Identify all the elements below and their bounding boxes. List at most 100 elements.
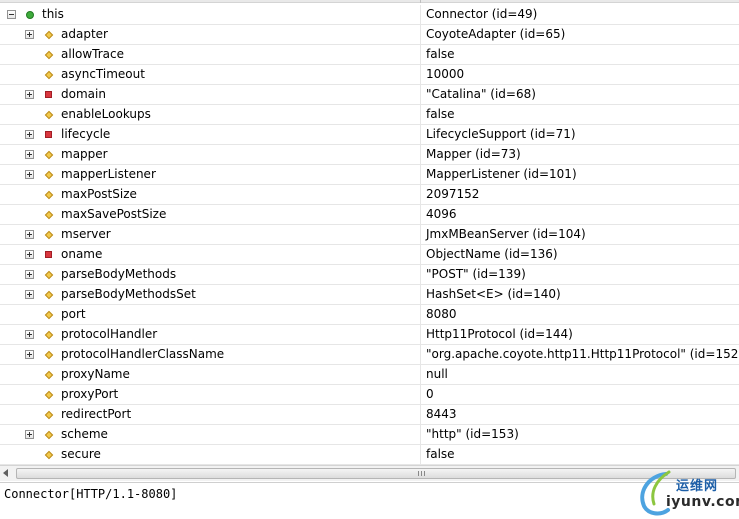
name-cell: maxSavePostSize bbox=[0, 205, 420, 224]
name-cell: protocolHandlerClassName bbox=[0, 345, 420, 364]
tree-row[interactable]: maxSavePostSize 4096 bbox=[0, 205, 739, 225]
protected-field-icon bbox=[44, 390, 54, 400]
column-divider bbox=[420, 25, 421, 45]
column-divider bbox=[420, 265, 421, 285]
variable-name: enableLookups bbox=[61, 107, 151, 121]
expand-icon[interactable] bbox=[25, 250, 34, 259]
variable-value: "http" (id=153) bbox=[426, 427, 519, 441]
field-rows: adapter CoyoteAdapter (id=65) allowTrace fa… bbox=[0, 25, 739, 465]
tree-row[interactable]: domain "Catalina" (id=68) bbox=[0, 85, 739, 105]
variable-value: "Catalina" (id=68) bbox=[426, 87, 536, 101]
local-variable-icon bbox=[26, 11, 34, 19]
tree-row[interactable]: lifecycle LifecycleSupport (id=71) bbox=[0, 125, 739, 145]
column-header-strip bbox=[0, 0, 739, 3]
variables-tree: this Connector (id=49) adapter CoyoteAdap… bbox=[0, 5, 739, 465]
variable-name: scheme bbox=[61, 427, 108, 441]
name-cell: adapter bbox=[0, 25, 420, 44]
column-divider bbox=[420, 425, 421, 445]
tree-row[interactable]: allowTrace false bbox=[0, 45, 739, 65]
protected-field-icon bbox=[44, 450, 54, 460]
tree-row[interactable]: proxyName null bbox=[0, 365, 739, 385]
tree-row-this[interactable]: this Connector (id=49) bbox=[0, 5, 739, 25]
variable-name: mapperListener bbox=[61, 167, 156, 181]
column-divider bbox=[420, 405, 421, 425]
watermark-brand: 运维网 bbox=[676, 479, 719, 494]
tree-row[interactable]: secure false bbox=[0, 445, 739, 465]
column-header-divider[interactable] bbox=[420, 0, 421, 3]
column-divider bbox=[420, 385, 421, 405]
expand-icon[interactable] bbox=[25, 170, 34, 179]
tree-row[interactable]: port 8080 bbox=[0, 305, 739, 325]
tree-row[interactable]: parseBodyMethods "POST" (id=139) bbox=[0, 265, 739, 285]
column-divider bbox=[420, 125, 421, 145]
expand-icon[interactable] bbox=[25, 130, 34, 139]
name-cell: redirectPort bbox=[0, 405, 420, 424]
tree-row[interactable]: parseBodyMethodsSet HashSet<E> (id=140) bbox=[0, 285, 739, 305]
variable-value: JmxMBeanServer (id=104) bbox=[426, 227, 586, 241]
variable-name: proxyPort bbox=[61, 387, 119, 401]
variable-value: ObjectName (id=136) bbox=[426, 247, 558, 261]
expand-icon[interactable] bbox=[25, 270, 34, 279]
tree-row[interactable]: adapter CoyoteAdapter (id=65) bbox=[0, 25, 739, 45]
expand-icon[interactable] bbox=[25, 90, 34, 99]
expand-icon[interactable] bbox=[25, 230, 34, 239]
protected-field-icon bbox=[44, 410, 54, 420]
variable-value: false bbox=[426, 47, 455, 61]
variable-value: HashSet<E> (id=140) bbox=[426, 287, 561, 301]
variable-value: 4096 bbox=[426, 207, 457, 221]
tree-row[interactable]: scheme "http" (id=153) bbox=[0, 425, 739, 445]
variable-value: 0 bbox=[426, 387, 434, 401]
tree-row[interactable]: mserver JmxMBeanServer (id=104) bbox=[0, 225, 739, 245]
collapse-icon[interactable] bbox=[7, 10, 16, 19]
private-field-icon bbox=[45, 131, 52, 138]
protected-field-icon bbox=[44, 110, 54, 120]
tree-row[interactable]: protocolHandlerClassName "org.apache.coyo… bbox=[0, 345, 739, 365]
variable-value: 8443 bbox=[426, 407, 457, 421]
variable-name: asyncTimeout bbox=[61, 67, 145, 81]
protected-field-icon bbox=[44, 370, 54, 380]
variable-value: false bbox=[426, 107, 455, 121]
name-cell: mapperListener bbox=[0, 165, 420, 184]
expand-icon[interactable] bbox=[25, 330, 34, 339]
column-divider bbox=[420, 345, 421, 365]
tree-row[interactable]: mapperListener MapperListener (id=101) bbox=[0, 165, 739, 185]
expand-icon[interactable] bbox=[25, 150, 34, 159]
column-divider bbox=[420, 325, 421, 345]
tree-row[interactable]: asyncTimeout 10000 bbox=[0, 65, 739, 85]
horizontal-scrollbar[interactable] bbox=[0, 465, 739, 481]
column-divider bbox=[420, 105, 421, 125]
tree-row[interactable]: oname ObjectName (id=136) bbox=[0, 245, 739, 265]
protected-field-icon bbox=[44, 50, 54, 60]
scroll-left-icon[interactable] bbox=[3, 469, 8, 477]
tree-row[interactable]: maxPostSize 2097152 bbox=[0, 185, 739, 205]
watermark-logo: 运维网 iyunv.com bbox=[636, 470, 739, 519]
tree-row[interactable]: protocolHandler Http11Protocol (id=144) bbox=[0, 325, 739, 345]
private-field-icon bbox=[45, 91, 52, 98]
expand-icon[interactable] bbox=[25, 290, 34, 299]
expand-icon[interactable] bbox=[25, 30, 34, 39]
column-divider bbox=[420, 305, 421, 325]
variable-value: "POST" (id=139) bbox=[426, 267, 526, 281]
scrollbar-thumb[interactable] bbox=[16, 468, 736, 479]
detail-text: Connector[HTTP/1.1-8080] bbox=[4, 487, 178, 501]
protected-field-icon bbox=[44, 70, 54, 80]
name-cell: secure bbox=[0, 445, 420, 464]
tree-row[interactable]: redirectPort 8443 bbox=[0, 405, 739, 425]
name-cell: enableLookups bbox=[0, 105, 420, 124]
column-divider bbox=[420, 445, 421, 465]
expand-icon[interactable] bbox=[25, 350, 34, 359]
variable-name: parseBodyMethodsSet bbox=[61, 287, 196, 301]
tree-row[interactable]: enableLookups false bbox=[0, 105, 739, 125]
name-cell: parseBodyMethodsSet bbox=[0, 285, 420, 304]
grip-icon bbox=[418, 471, 425, 476]
detail-pane[interactable]: Connector[HTTP/1.1-8080] bbox=[0, 482, 739, 519]
tree-row[interactable]: mapper Mapper (id=73) bbox=[0, 145, 739, 165]
column-divider bbox=[420, 285, 421, 305]
column-divider bbox=[420, 365, 421, 385]
name-cell: oname bbox=[0, 245, 420, 264]
expand-icon[interactable] bbox=[25, 430, 34, 439]
protected-field-icon bbox=[44, 30, 54, 40]
protected-field-icon bbox=[44, 230, 54, 240]
private-field-icon bbox=[45, 251, 52, 258]
tree-row[interactable]: proxyPort 0 bbox=[0, 385, 739, 405]
